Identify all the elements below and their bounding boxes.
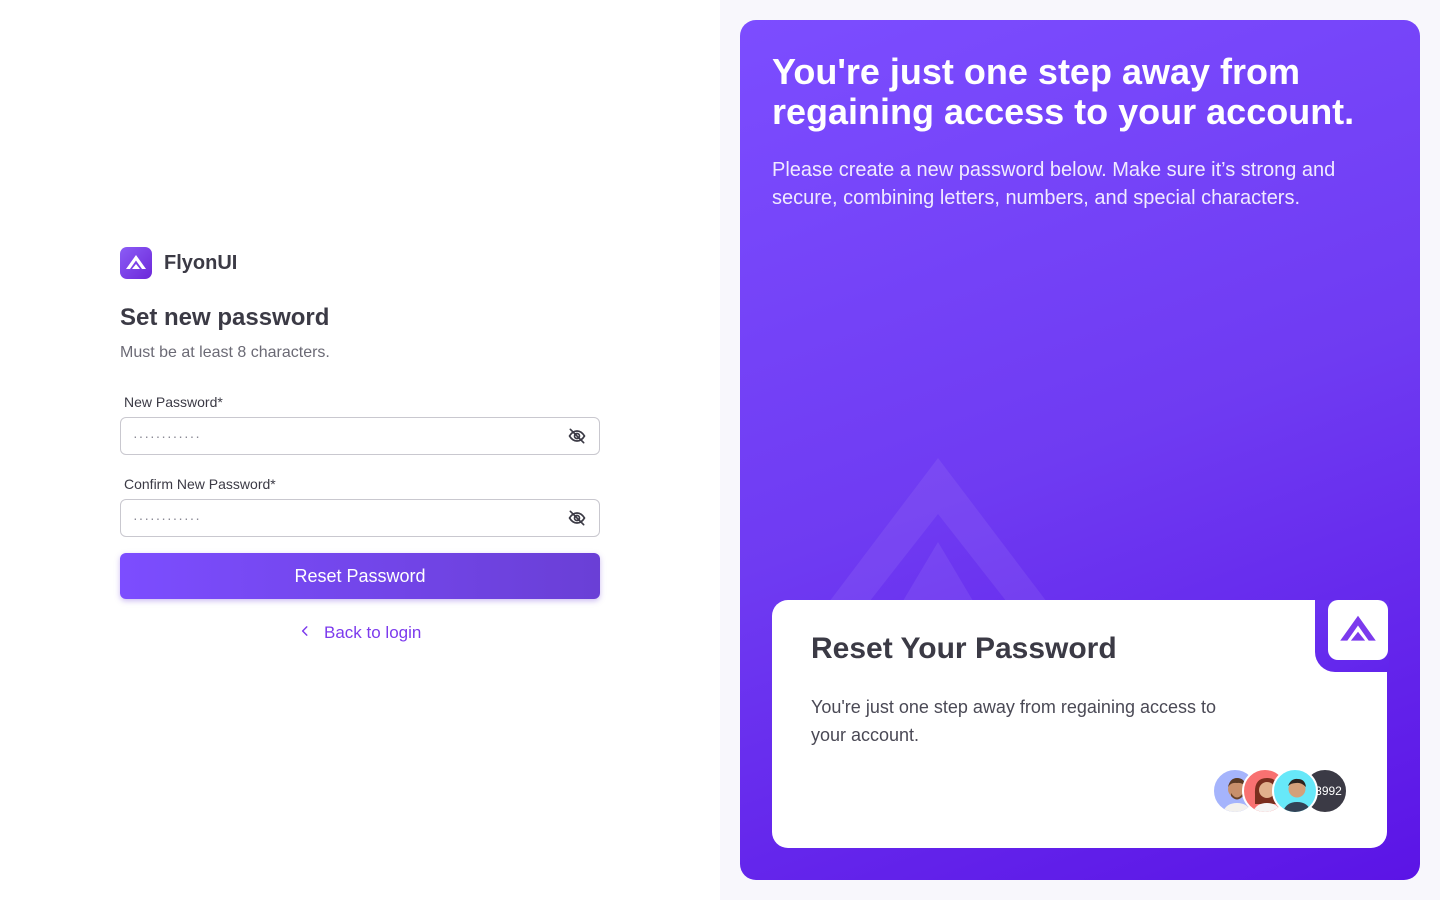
hero-title: You're just one step away from regaining… [772, 51, 1355, 132]
chevron-left-icon [298, 623, 312, 643]
left-panel: FlyonUI Set new password Must be at leas… [0, 0, 720, 900]
hero-subtitle: Please create a new password below. Make… [772, 159, 1336, 209]
new-password-field [120, 417, 600, 455]
confirm-password-label: Confirm New Password* [124, 476, 276, 492]
card-logo-badge [1328, 600, 1388, 660]
page-title: Set new password [120, 304, 330, 331]
eye-off-icon[interactable] [567, 508, 587, 528]
back-to-login-label: Back to login [324, 623, 422, 642]
flyonui-logo-icon [1340, 615, 1376, 641]
card-title: Reset Your Password [811, 632, 1117, 665]
confirm-password-field [120, 499, 600, 537]
back-to-login-link[interactable]: Back to login [298, 623, 421, 643]
new-password-label: New Password* [124, 394, 223, 410]
hero-panel: You're just one step away from regaining… [740, 20, 1420, 880]
page-subtitle: Must be at least 8 characters. [120, 344, 330, 361]
flyonui-logo-icon [120, 247, 152, 279]
reset-password-button[interactable]: Reset Password [120, 553, 600, 599]
brand[interactable]: FlyonUI [120, 247, 237, 279]
new-password-input[interactable] [133, 428, 567, 444]
logo-watermark [826, 458, 1050, 606]
avatar-group: +3992 [1212, 768, 1348, 814]
brand-name: FlyonUI [164, 251, 238, 274]
card-text: You're just one step away from regaining… [811, 697, 1216, 745]
avatar [1272, 768, 1318, 814]
confirm-password-input[interactable] [133, 510, 567, 526]
eye-off-icon[interactable] [567, 426, 587, 446]
